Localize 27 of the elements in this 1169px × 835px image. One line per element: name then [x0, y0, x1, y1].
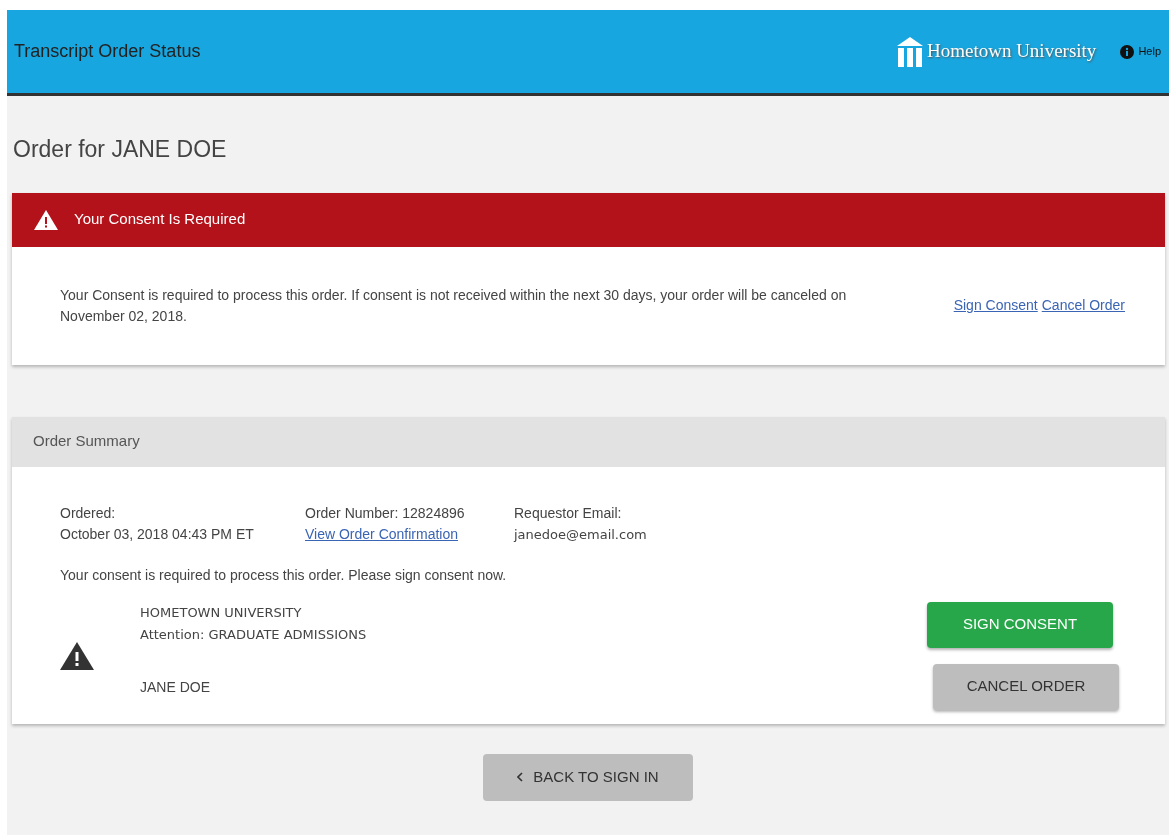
recipient-name: JANE DOE: [140, 677, 211, 697]
field-label: Ordered:: [60, 503, 117, 523]
order-number-text: Order Number: 12824896: [305, 503, 466, 523]
alert-title: Your Consent Is Required: [74, 209, 246, 230]
field-label: Requestor Email:: [514, 503, 623, 523]
page-header-title: Transcript Order Status: [14, 40, 201, 63]
address-line: Attention: GRADUATE ADMISSIONS: [140, 625, 367, 644]
info-icon[interactable]: [1120, 44, 1135, 59]
alert-message: Your Consent is required to process this order. If consent is not received within the next 30 days, your order will be canceled on November 02, 2018.: [60, 285, 848, 326]
address-line: HOMETOWN UNIVERSITY: [140, 603, 303, 622]
field-value: October 03, 2018 04:43 PM ET: [60, 524, 255, 544]
notice-text: Your consent is required to process this order. Please sign consent now.: [60, 565, 508, 585]
sign-button[interactable]: SIGN CONSENT: [927, 601, 1113, 648]
page-title: Order for JANE DOE: [13, 135, 228, 164]
logo-text: Hometown University: [926, 39, 1097, 64]
warning-icon: [60, 641, 94, 670]
section-header: Order Summary: [12, 416, 1165, 467]
confirmation-link[interactable]: View Order Confirmation: [305, 525, 459, 542]
building-icon: [896, 36, 923, 67]
action-link[interactable]: Cancel Order: [1041, 295, 1125, 316]
cancel-button[interactable]: CANCEL ORDER: [933, 663, 1119, 710]
action-link[interactable]: Sign Consent: [953, 295, 1038, 316]
help-link[interactable]: Help: [1138, 43, 1161, 60]
warning-icon: [34, 209, 58, 230]
chevron-left-icon: [517, 772, 524, 782]
field-value: janedoe@email.com: [514, 525, 647, 544]
back-button[interactable]: BACK TO SIGN IN: [483, 753, 693, 801]
